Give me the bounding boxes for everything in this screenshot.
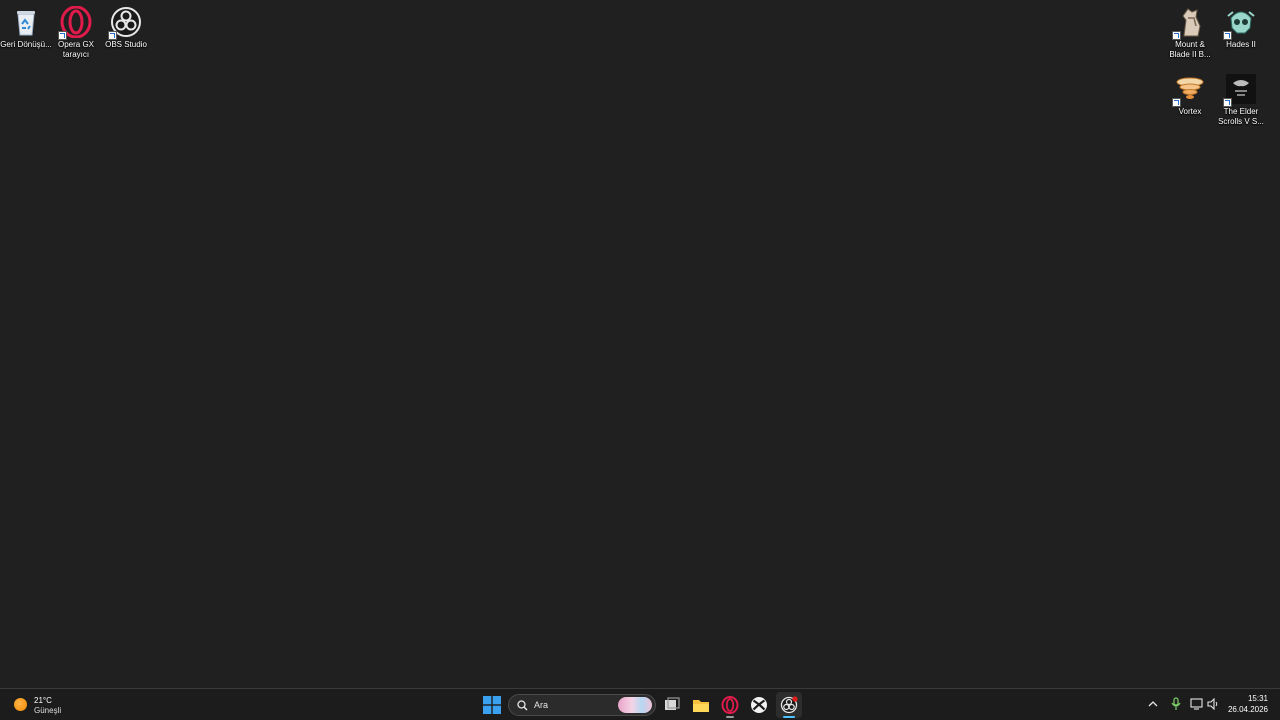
task-view-button[interactable] <box>659 692 685 718</box>
taskbar-obs-studio-button[interactable] <box>776 692 802 718</box>
search-highlight-image <box>618 697 652 713</box>
desktop-icon-opera-gx[interactable]: Opera GX tarayıcı <box>50 2 102 60</box>
chevron-up-icon <box>1148 701 1158 707</box>
desktop-icon-recycle-bin[interactable]: Geri Dönüşü... <box>0 2 52 50</box>
desktop-icon-label: Vortex <box>1178 107 1202 116</box>
microphone-button[interactable] <box>1170 697 1182 716</box>
desktop-icon-label: Geri Dönüşü... <box>0 40 52 49</box>
shortcut-arrow-icon <box>1223 31 1232 40</box>
taskbar: 21°C Güneşli Ara 15:31 26.04.2026 <box>0 688 1280 720</box>
clock[interactable]: 15:31 26.04.2026 <box>1228 693 1268 715</box>
task-view-icon <box>665 697 680 710</box>
search-placeholder: Ara <box>534 700 549 710</box>
weather-condition: Güneşli <box>34 706 62 715</box>
xbox-icon <box>751 697 767 713</box>
desktop-icon-label: Hades II <box>1226 40 1256 49</box>
xbox-button[interactable] <box>746 692 772 718</box>
start-icon <box>483 696 501 714</box>
file-explorer-icon <box>693 700 709 712</box>
volume-icon <box>1207 697 1218 711</box>
desktop-icon-mount-blade[interactable]: Mount & Blade II B... <box>1164 2 1216 60</box>
shortcut-arrow-icon <box>1172 31 1181 40</box>
clock-date: 26.04.2026 <box>1227 705 1268 714</box>
active-indicator <box>783 716 795 718</box>
desktop-icon-vortex[interactable]: Vortex <box>1164 69 1216 117</box>
search-icon <box>517 700 528 711</box>
clock-time: 15:31 <box>1247 694 1268 703</box>
desktop-icon-label: The Elder Scrolls V S... <box>1218 107 1264 126</box>
shortcut-arrow-icon <box>1223 98 1232 107</box>
taskbar-opera-gx-button[interactable] <box>717 692 743 718</box>
recycle-bin-icon <box>17 11 35 36</box>
start-button[interactable] <box>479 692 505 718</box>
desktop: Geri Dönüşü... Opera GX tarayıcı OBS Stu… <box>0 0 1280 688</box>
microphone-icon <box>1171 697 1181 710</box>
weather-widget[interactable]: 21°C Güneşli <box>12 694 82 716</box>
file-explorer-button[interactable] <box>688 692 714 718</box>
desktop-icon-skyrim[interactable]: The Elder Scrolls V S... <box>1215 69 1267 127</box>
running-indicator <box>726 716 734 718</box>
volume-button[interactable] <box>1207 697 1219 715</box>
desktop-icon-obs-studio[interactable]: OBS Studio <box>100 2 152 50</box>
desktop-icon-hades[interactable]: Hades II <box>1215 2 1267 50</box>
search-box[interactable]: Ara <box>508 694 656 716</box>
network-icon <box>1190 698 1203 710</box>
weather-temperature: 21°C <box>34 696 52 705</box>
shortcut-arrow-icon <box>1172 98 1181 107</box>
network-button[interactable] <box>1190 697 1203 715</box>
desktop-icon-label: Opera GX tarayıcı <box>57 40 94 59</box>
desktop-icon-label: Mount & Blade II B... <box>1169 40 1211 59</box>
shortcut-arrow-icon <box>108 31 117 40</box>
desktop-icon-label: OBS Studio <box>105 40 147 49</box>
show-hidden-icons-button[interactable] <box>1147 697 1159 715</box>
shortcut-arrow-icon <box>58 31 67 40</box>
obs-studio-icon <box>780 696 798 714</box>
sun-icon <box>14 698 27 711</box>
opera-gx-icon <box>721 696 739 714</box>
